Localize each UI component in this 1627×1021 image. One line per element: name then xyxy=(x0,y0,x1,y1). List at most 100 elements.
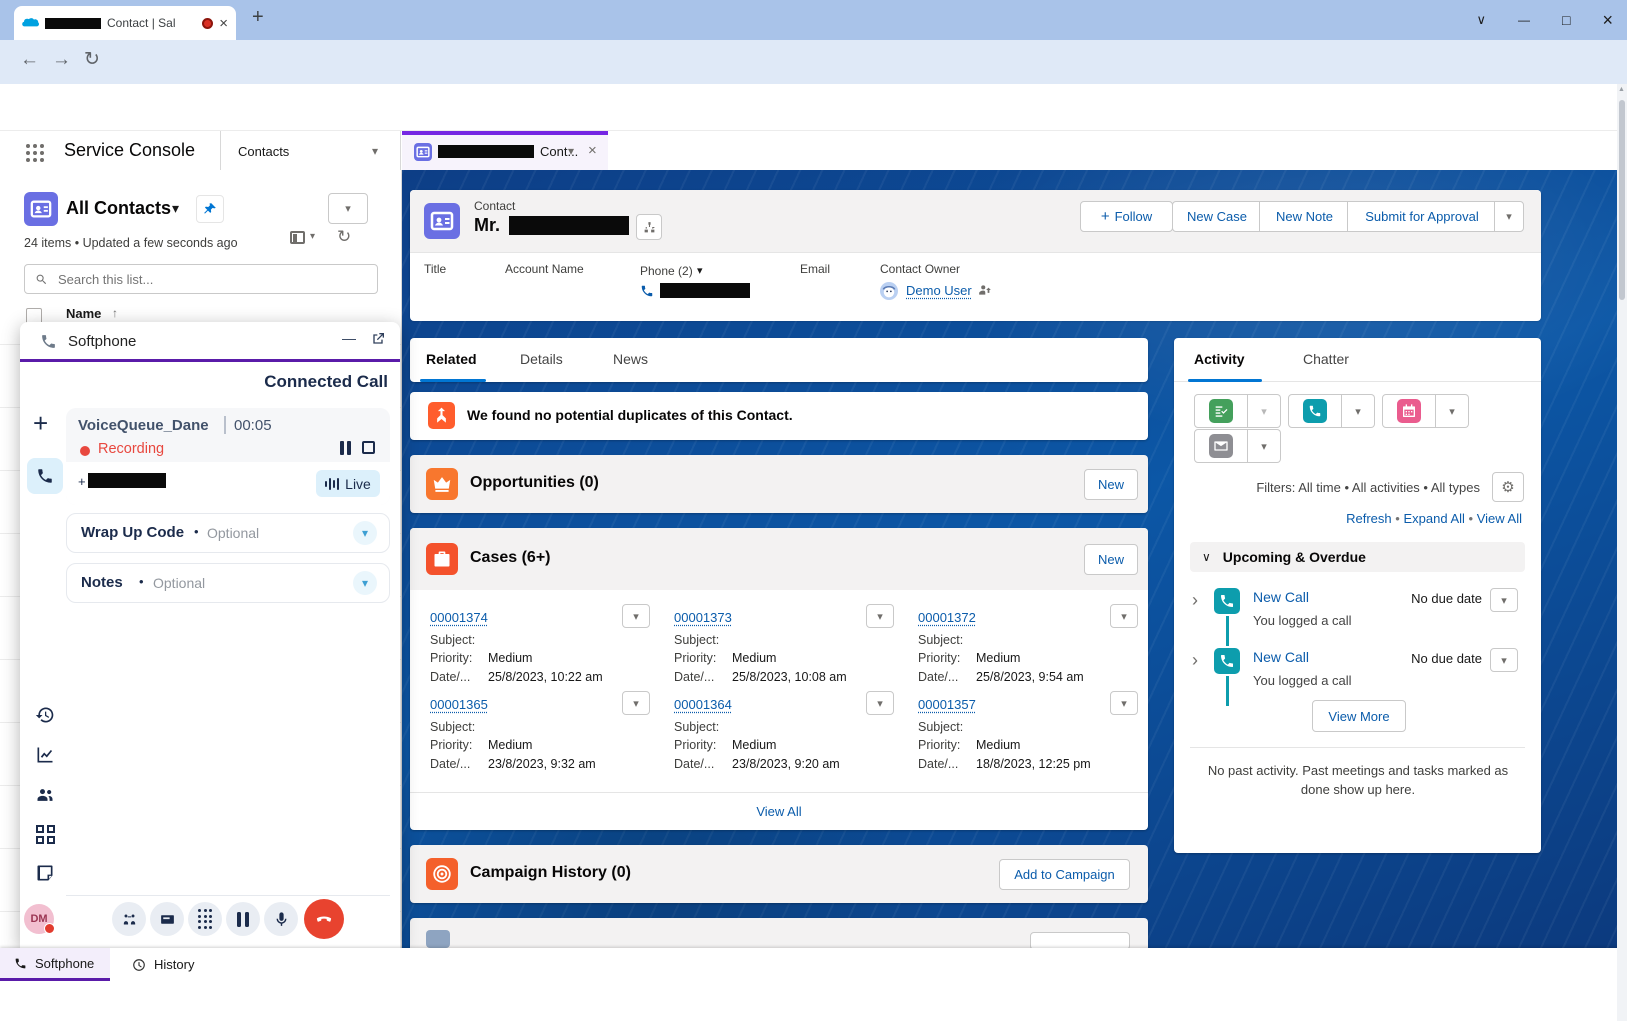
tab-details[interactable]: Details xyxy=(520,351,563,367)
softphone-add-button[interactable]: + xyxy=(33,408,48,439)
activity-item-title-link[interactable]: New Call xyxy=(1253,649,1309,665)
reload-button[interactable]: ↻ xyxy=(84,48,100,71)
activity-filters-gear-button[interactable]: ⚙ xyxy=(1492,472,1524,502)
case-row-actions-button[interactable]: ▾ xyxy=(622,691,650,715)
new-task-chevron-button[interactable]: ▾ xyxy=(1248,394,1281,428)
item-expand-chevron-icon[interactable]: › xyxy=(1192,590,1198,611)
new-event-chevron-button[interactable]: ▾ xyxy=(1436,394,1469,428)
change-owner-icon[interactable] xyxy=(978,283,992,297)
more-actions-button[interactable]: ▾ xyxy=(1494,201,1524,232)
owner-link[interactable]: Demo User xyxy=(906,283,972,298)
activity-item-title-link[interactable]: New Call xyxy=(1253,589,1309,605)
apps-grid-icon[interactable] xyxy=(36,825,55,844)
name-column-header[interactable]: Name xyxy=(66,306,101,321)
hold-call-button[interactable] xyxy=(226,902,260,936)
list-view-title[interactable]: All Contacts xyxy=(66,198,171,219)
hierarchy-button[interactable] xyxy=(636,214,662,240)
activity-item-actions-button[interactable]: ▾ xyxy=(1490,648,1518,672)
case-number-link[interactable]: 00001364 xyxy=(674,697,732,712)
window-close-button[interactable]: × xyxy=(1602,10,1613,31)
case-row-actions-button[interactable]: ▾ xyxy=(866,604,894,628)
contacts-directory-icon[interactable] xyxy=(35,785,55,805)
email-chevron-button[interactable]: ▾ xyxy=(1248,429,1281,463)
email-button[interactable] xyxy=(1194,429,1248,463)
case-row-actions-button[interactable]: ▾ xyxy=(1110,604,1138,628)
utility-softphone-tab[interactable]: Softphone xyxy=(0,948,110,981)
nav-tab-contacts[interactable]: Contacts xyxy=(238,144,289,159)
tab-activity[interactable]: Activity xyxy=(1194,351,1245,367)
log-call-button[interactable] xyxy=(1288,394,1342,428)
softphone-popout-icon[interactable] xyxy=(370,331,386,347)
softphone-calls-tab[interactable] xyxy=(27,458,63,494)
end-call-button[interactable] xyxy=(304,899,344,939)
stats-chart-icon[interactable] xyxy=(35,745,55,765)
cases-title[interactable]: Cases (6+) xyxy=(470,549,551,567)
mute-button[interactable] xyxy=(264,902,298,936)
call-history-icon[interactable] xyxy=(35,705,55,725)
tab-close-icon[interactable]: × xyxy=(219,15,228,32)
scrollbar-up-arrow[interactable]: ▲ xyxy=(1618,86,1625,93)
tab-related[interactable]: Related xyxy=(426,351,477,367)
pause-recording-button[interactable] xyxy=(340,441,351,455)
opportunities-title[interactable]: Opportunities (0) xyxy=(470,474,599,492)
back-button[interactable]: ← xyxy=(20,49,39,71)
case-number-link[interactable]: 00001357 xyxy=(918,697,976,712)
dialpad-button[interactable] xyxy=(188,902,222,936)
notes-expand-chevron[interactable]: ▾ xyxy=(353,571,377,595)
app-launcher-waffle-icon[interactable] xyxy=(26,144,44,162)
case-row-actions-button[interactable]: ▾ xyxy=(866,691,894,715)
record-tab[interactable]: Cont... ▾ × xyxy=(402,131,608,171)
new-event-button[interactable] xyxy=(1382,394,1436,428)
new-case-button[interactable]: New Case xyxy=(1172,201,1262,232)
activity-expand-all-link[interactable]: Expand All xyxy=(1403,511,1464,526)
case-row-actions-button[interactable]: ▾ xyxy=(1110,691,1138,715)
view-more-button[interactable]: View More xyxy=(1312,700,1406,732)
activity-refresh-link[interactable]: Refresh xyxy=(1346,511,1392,526)
softphone-user-avatar[interactable]: DM xyxy=(24,904,54,934)
list-search-input[interactable] xyxy=(56,271,367,288)
upcoming-overdue-section[interactable]: ∨ Upcoming & Overdue xyxy=(1190,542,1525,572)
softphone-minimize-button[interactable]: — xyxy=(342,330,356,346)
display-as-chevron-icon[interactable]: ▾ xyxy=(310,231,315,242)
cases-new-button[interactable]: New xyxy=(1084,544,1138,575)
phone-dropdown-chevron-icon[interactable]: ▾ xyxy=(697,264,703,277)
stop-recording-button[interactable] xyxy=(362,441,375,454)
pin-list-button[interactable] xyxy=(196,195,224,223)
list-view-chevron-icon[interactable]: ▾ xyxy=(172,200,179,217)
window-maximize-button[interactable]: □ xyxy=(1562,12,1570,28)
submit-for-approval-button[interactable]: Submit for Approval xyxy=(1347,201,1497,232)
record-tab-close-icon[interactable]: × xyxy=(588,142,597,159)
list-refresh-icon[interactable]: ↻ xyxy=(337,227,351,247)
transfer-call-button[interactable] xyxy=(112,902,146,936)
utility-history-tab[interactable]: History xyxy=(118,948,208,981)
item-expand-chevron-icon[interactable]: › xyxy=(1192,650,1198,671)
new-task-button[interactable] xyxy=(1194,394,1248,428)
forward-button[interactable]: → xyxy=(52,49,71,71)
window-minimize-button[interactable]: — xyxy=(1518,13,1530,27)
voicemail-drop-button[interactable] xyxy=(150,902,184,936)
display-as-icon[interactable] xyxy=(290,231,305,244)
wrapup-expand-chevron[interactable]: ▾ xyxy=(353,521,377,545)
contacts-tab-chevron-icon[interactable]: ▾ xyxy=(372,144,378,158)
list-search-box[interactable] xyxy=(24,264,378,294)
case-number-link[interactable]: 00001365 xyxy=(430,697,488,712)
activity-item-actions-button[interactable]: ▾ xyxy=(1490,588,1518,612)
record-tab-chevron-icon[interactable]: ▾ xyxy=(568,144,574,158)
scrollbar-thumb[interactable] xyxy=(1619,100,1625,300)
opportunities-new-button[interactable]: New xyxy=(1084,469,1138,500)
campaign-title[interactable]: Campaign History (0) xyxy=(470,864,631,882)
new-note-button[interactable]: New Note xyxy=(1259,201,1350,232)
browser-tab[interactable]: Contact | Sal × xyxy=(14,6,236,40)
case-number-link[interactable]: 00001374 xyxy=(430,610,488,625)
log-call-chevron-button[interactable]: ▾ xyxy=(1342,394,1375,428)
notes-pad-icon[interactable] xyxy=(35,863,55,883)
tab-news[interactable]: News xyxy=(613,351,648,367)
follow-button[interactable]: + Follow xyxy=(1080,201,1173,232)
new-tab-button[interactable]: + xyxy=(252,6,264,29)
case-number-link[interactable]: 00001372 xyxy=(918,610,976,625)
activity-view-all-link[interactable]: View All xyxy=(1477,511,1522,526)
cases-view-all-link[interactable]: View All xyxy=(410,804,1148,819)
wrap-up-code-section[interactable]: Wrap Up Code • Optional ▾ xyxy=(66,513,390,553)
tab-search-chevron-icon[interactable]: ∨ xyxy=(1477,12,1487,28)
tab-chatter[interactable]: Chatter xyxy=(1303,351,1349,367)
